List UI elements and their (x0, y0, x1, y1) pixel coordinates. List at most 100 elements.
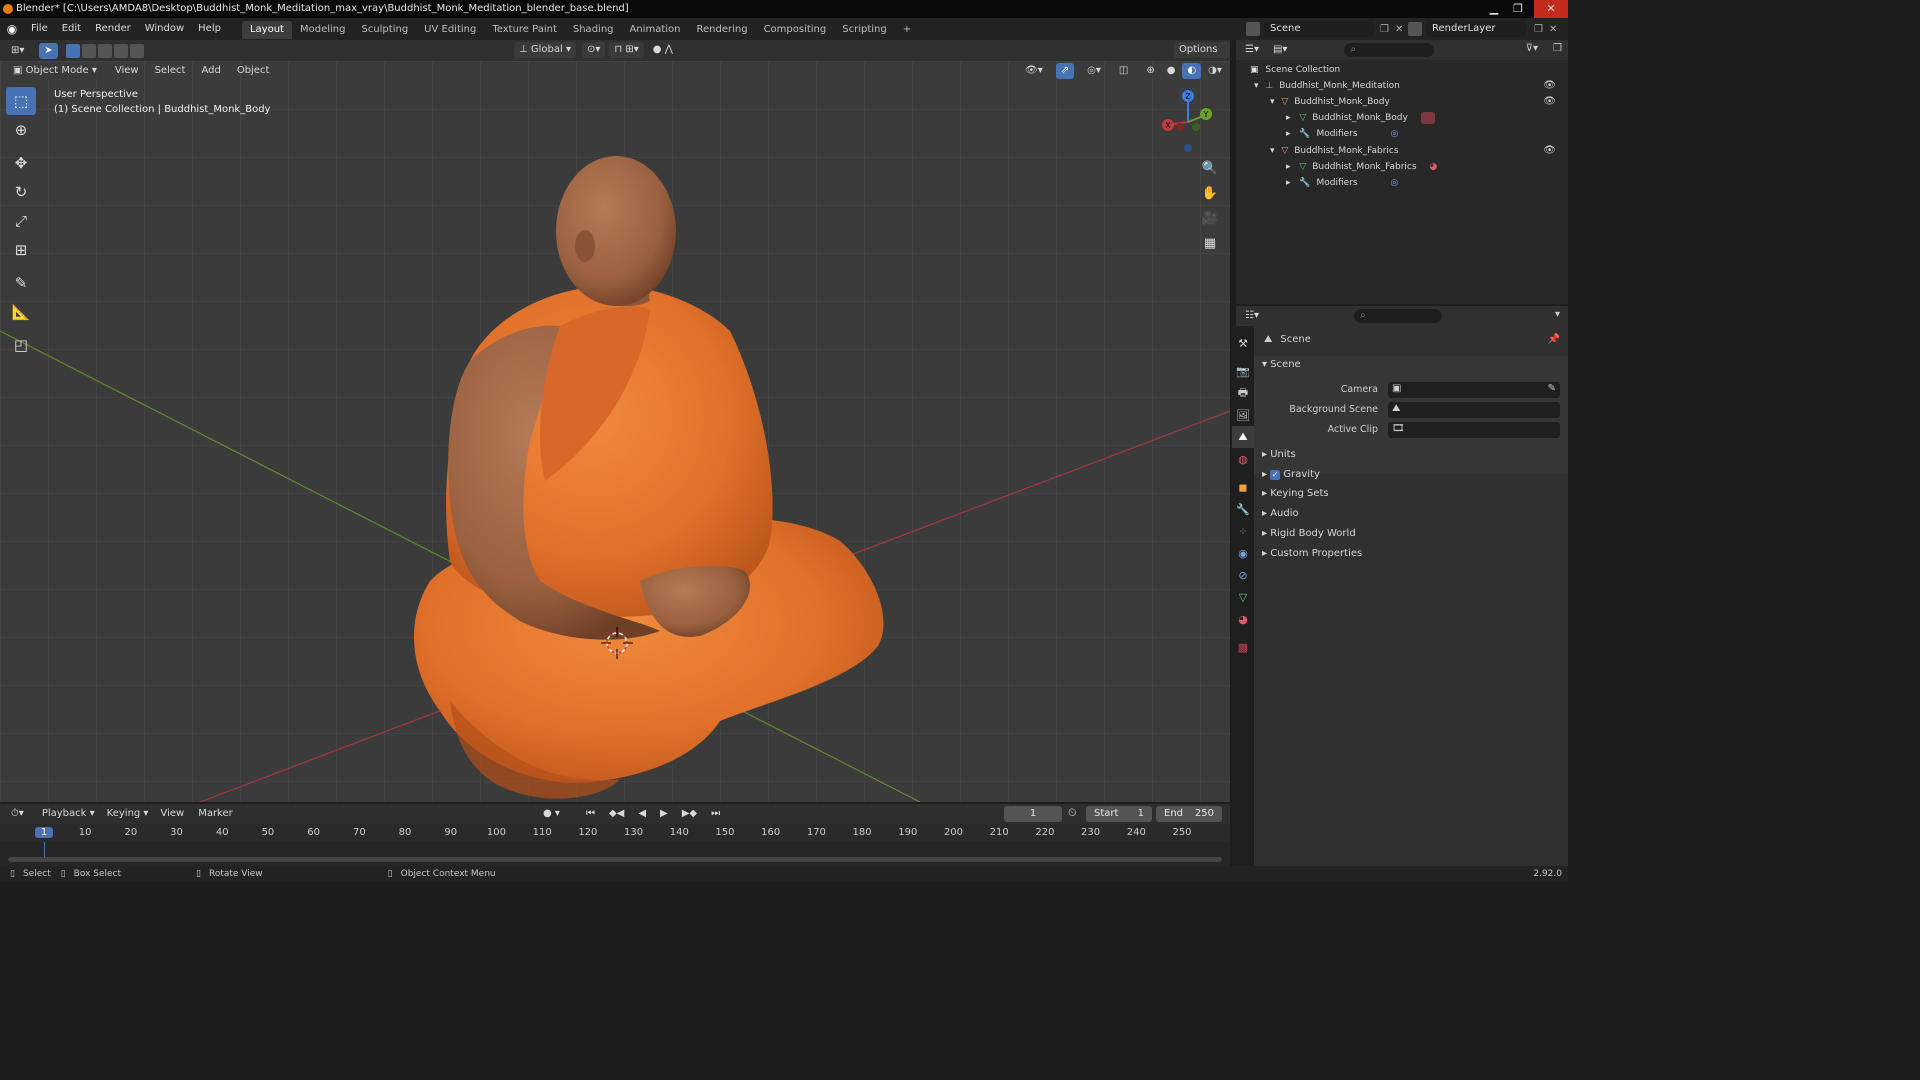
menu-render[interactable]: Render (88, 18, 138, 40)
menu-marker[interactable]: Marker (193, 806, 238, 822)
move-tool-icon[interactable]: ✥ (6, 149, 36, 177)
jump-keyframe-forward-icon[interactable]: ▶◆ (677, 806, 702, 822)
frame-ruler[interactable]: 1 10 20 30 40 50 60 70 80 90 100 110 120 130 140 150 160… (0, 824, 1230, 842)
ortho-grid-icon[interactable]: ▦ (1199, 232, 1221, 254)
gizmo-toggle-icon[interactable]: ⇗ (1055, 63, 1075, 79)
menu-select[interactable]: Select (150, 63, 191, 79)
timeline-editor-type-icon[interactable]: ⏱▾ (6, 806, 29, 822)
current-frame-marker[interactable]: 1 (35, 827, 53, 838)
scene-selector[interactable]: Scene (1264, 21, 1374, 37)
timeline-scrollbar[interactable] (8, 857, 1222, 862)
transform-orientation-dropdown[interactable]: ⊥ Global ▾ (514, 42, 576, 58)
outliner-item-fabrics-mesh[interactable]: ▸ ▽ Buddhist_Monk_Fabrics ◕ (1286, 159, 1564, 175)
mode-intersect-icon[interactable] (129, 43, 144, 58)
physics-tab-icon[interactable]: ◉ (1232, 542, 1254, 564)
particles-tab-icon[interactable]: ⁘ (1232, 520, 1254, 542)
rigid-body-world-panel-header[interactable]: ▸ Rigid Body World (1262, 528, 1356, 539)
mode-invert-icon[interactable] (113, 43, 128, 58)
measure-tool-icon[interactable]: 📐 (6, 298, 36, 326)
data-tab-icon[interactable]: ▽ (1232, 586, 1254, 608)
proportional-edit-icon[interactable]: ● ⋀ (648, 42, 678, 58)
editor-type-icon[interactable]: ⊞▾ (6, 43, 29, 59)
auto-keying-icon[interactable]: ● ▾ (538, 806, 565, 822)
texture-tab-icon[interactable]: ▩ (1232, 636, 1254, 658)
keying-sets-panel-header[interactable]: ▸ Keying Sets (1262, 488, 1329, 499)
audio-panel-header[interactable]: ▸ Audio (1262, 508, 1299, 519)
filter-icon[interactable]: ⊽▾ (1526, 43, 1538, 54)
gravity-panel-header[interactable]: ▸ ✓ Gravity (1262, 469, 1320, 480)
mode-subtract-icon[interactable] (97, 43, 112, 58)
pin-icon[interactable]: 📌 (1548, 334, 1560, 345)
tab-sculpting[interactable]: Sculpting (353, 21, 416, 39)
overlays-icon[interactable]: ◎▾ (1082, 63, 1106, 79)
new-scene-icon[interactable]: ❐ (1380, 24, 1389, 35)
restore-icon[interactable]: ❐ (1506, 0, 1530, 18)
tab-texture-paint[interactable]: Texture Paint (484, 21, 565, 39)
tab-uv-editing[interactable]: UV Editing (416, 21, 484, 39)
current-frame-field[interactable]: 1 (1004, 806, 1062, 822)
constraints-tab-icon[interactable]: ⊘ (1232, 564, 1254, 586)
eye-icon[interactable]: 👁 (1543, 94, 1556, 110)
material-icon[interactable] (1420, 111, 1435, 124)
properties-editor-type-icon[interactable]: ☷▾ (1240, 308, 1264, 324)
menu-window[interactable]: Window (138, 18, 191, 40)
select-box-tool-icon[interactable]: ⬚ (6, 87, 36, 115)
close-icon[interactable]: ✕ (1534, 0, 1568, 18)
expand-icon[interactable]: ▸ (1286, 178, 1291, 188)
jump-start-icon[interactable]: ⏮ (581, 806, 600, 822)
modifiers-tab-icon[interactable]: 🔧 (1232, 498, 1254, 520)
menu-edit[interactable]: Edit (55, 18, 88, 40)
outliner-editor-type-icon[interactable]: ☰▾ (1240, 42, 1264, 58)
zoom-icon[interactable]: 🔍 (1199, 157, 1221, 179)
jump-keyframe-back-icon[interactable]: ◆◀ (604, 806, 629, 822)
new-collection-icon[interactable]: ❐ (1553, 43, 1562, 54)
visibility-icon[interactable]: 👁▾ (1020, 63, 1048, 79)
expand-icon[interactable]: ▾ (1270, 97, 1275, 107)
tab-scripting[interactable]: Scripting (834, 21, 894, 39)
render-layer-selector[interactable]: RenderLayer (1426, 21, 1526, 37)
render-tab-icon[interactable]: 📷 (1232, 360, 1254, 382)
play-icon[interactable]: ▶ (655, 806, 673, 822)
mode-new-icon[interactable] (65, 43, 80, 58)
outliner-item-body-modifiers[interactable]: ▸ 🔧 Modifiers ◎ (1286, 126, 1564, 142)
view-layer-tab-icon[interactable]: 🖼 (1232, 404, 1254, 426)
tool-tab-icon[interactable]: ⚒ (1232, 332, 1254, 354)
menu-help[interactable]: Help (191, 18, 228, 40)
object-mode-dropdown[interactable]: ▣ Object Mode ▾ (8, 63, 102, 79)
tab-shading[interactable]: Shading (565, 21, 622, 39)
blender-menu-icon[interactable]: ◉ (0, 22, 24, 36)
preview-range-icon[interactable]: ⏲ (1068, 806, 1077, 820)
outliner-item-monk-meditation[interactable]: ▾ ⊥ Buddhist_Monk_Meditation 👁 (1254, 78, 1564, 94)
world-tab-icon[interactable]: ◍ (1232, 448, 1254, 470)
rendered-shading-icon[interactable]: ◑▾ (1203, 63, 1227, 79)
pivot-point-icon[interactable]: ⊙▾ (582, 42, 606, 58)
tab-compositing[interactable]: Compositing (756, 21, 835, 39)
menu-add[interactable]: Add (196, 63, 225, 79)
snap-icon[interactable]: ⊓ ⊞▾ (609, 42, 644, 58)
eyedropper-icon[interactable]: ✎ (1548, 383, 1556, 394)
active-clip-field[interactable]: 🎞 (1388, 422, 1560, 438)
annotate-tool-icon[interactable]: ✎ (6, 269, 36, 297)
scene-subpanel-header[interactable]: ▾ Scene (1262, 359, 1301, 370)
properties-search-input[interactable]: ⌕ (1353, 309, 1442, 323)
menu-timeline-view[interactable]: View (155, 806, 189, 822)
transform-tool-icon[interactable]: ⊞ (6, 236, 36, 264)
menu-keying[interactable]: Keying ▾ (102, 806, 154, 822)
menu-file[interactable]: File (24, 18, 55, 40)
material-shading-icon[interactable]: ◐ (1182, 63, 1202, 79)
outliner-search-input[interactable]: ⌕ (1344, 43, 1435, 57)
expand-icon[interactable]: ▸ (1286, 113, 1291, 123)
tab-animation[interactable]: Animation (622, 21, 689, 39)
cursor-tool-icon[interactable]: ⊕ (6, 116, 36, 144)
eye-icon[interactable]: 👁 (1543, 78, 1556, 94)
remove-layer-icon[interactable]: ✕ (1549, 24, 1557, 35)
rotate-tool-icon[interactable]: ↻ (6, 178, 36, 206)
gravity-checkbox[interactable]: ✓ (1270, 470, 1281, 480)
outliner-item-fabrics-modifiers[interactable]: ▸ 🔧 Modifiers ◎ (1286, 175, 1564, 191)
start-frame-field[interactable]: Start 1 (1086, 806, 1152, 822)
object-tab-icon[interactable]: ◼ (1232, 476, 1254, 498)
end-frame-field[interactable]: End 250 (1156, 806, 1222, 822)
add-workspace-button[interactable]: + (895, 21, 919, 39)
menu-playback[interactable]: Playback ▾ (37, 806, 100, 822)
play-reverse-icon[interactable]: ◀ (633, 806, 651, 822)
